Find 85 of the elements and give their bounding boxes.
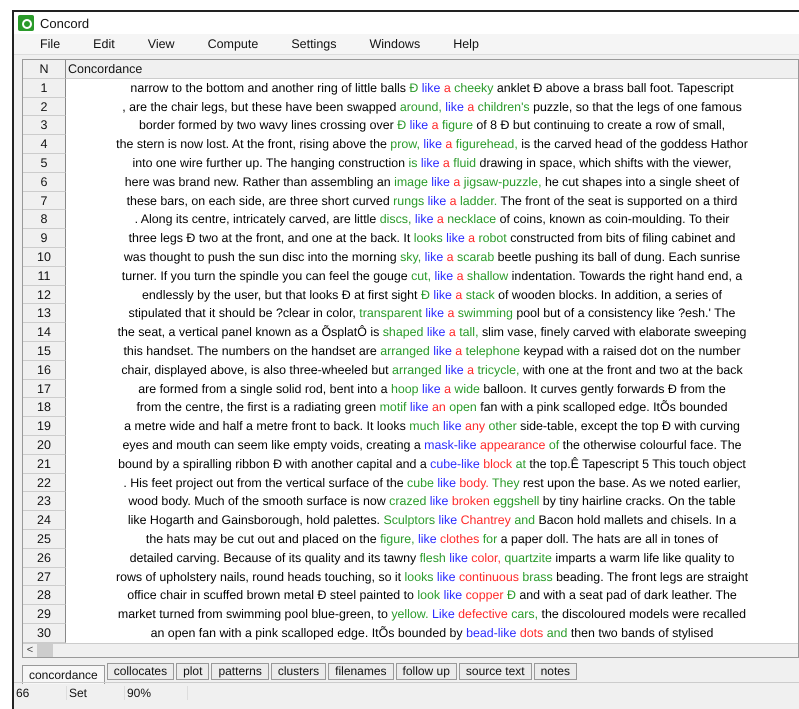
row-number: 30: [23, 624, 66, 643]
concordance-line: these bars, on each side, are three short curved rungs like a ladder. The front of the seat is supported on a third: [126, 192, 738, 210]
row-number: 15: [23, 342, 66, 361]
concordance-line: the stern is now lost. At the front, rising above the prow, like a figurehead, is the carved head of the goddess Hathor: [115, 136, 749, 154]
row-number: 11: [23, 266, 66, 286]
row-number: 4: [23, 135, 66, 154]
row-number: 10: [23, 248, 66, 267]
row-number: 23: [23, 492, 66, 512]
concordance-line: this handset. The numbers on the handset are arranged like a telephone keypad with a raised dot on the number: [122, 342, 742, 360]
row-number: 22: [23, 474, 66, 492]
row-number: 5: [23, 154, 66, 173]
row-number: 17: [23, 380, 66, 398]
row-number: 9: [23, 229, 66, 248]
menu-item[interactable]: File: [40, 37, 60, 51]
row-number: 1: [23, 78, 66, 98]
concordance-line: the hats may be cut out and placed on the figure, like clothes for a paper doll. The hats are all in tones of: [144, 530, 720, 548]
row-number: 2: [23, 98, 66, 116]
concordance-line: like Hogarth and Gainsborough, hold palettes. Sculptors like Chantrey and Bacon hold mallets and chisels. In a: [126, 512, 738, 530]
concordance-line: . His feet project out from the vertical surface of the cube like body. They rest upon the base. As we noted earlier,: [122, 474, 742, 492]
row-number: 29: [23, 605, 66, 624]
concordance-line: an open fan with a pink scalloped edge. ItÕs bounded by bead-like dots and then two bands of stylised: [150, 624, 714, 642]
row-number: 12: [23, 286, 66, 304]
concordance-line: a metre wide and half a metre front to back. It looks much like any other side-table, except the top Ð with curving: [123, 418, 741, 436]
concordance-line: rows of upholstery nails, round heads touching, so it looks like continuous brass beading. The front legs are straight: [114, 568, 750, 586]
app-logo-icon: [18, 15, 34, 31]
concordance-line: market turned from swimming pool blue-green, to yellow. Like defective cars, the discoloured models were recalled: [116, 606, 748, 624]
tab[interactable]: filenames: [328, 662, 394, 680]
row-number: 26: [23, 548, 66, 568]
row-number: 28: [23, 586, 66, 606]
menu-item[interactable]: Edit: [93, 37, 115, 51]
row-number: 16: [23, 360, 66, 380]
concordance-line: stipulated that it should be ?clear in color, transparent like a swimming pool but of a consistency like ?esh.' The: [128, 305, 736, 322]
concordance-line: bound by a spiralling ribbon Ð with another capital and a cube-like block at the top.Ê Tapescript 5 This touch object: [117, 456, 747, 473]
scroll-left-button[interactable]: <: [23, 644, 37, 657]
concordance-line: turner. If you turn the spindle you can feel the gouge cut, like a shallow indentation. Towards the right hand end, a: [120, 268, 744, 285]
concordance-line: was thought to push the sun disc into the morning sky, like a scarab beetle pushing its ball of dung. Each sunrise: [122, 248, 742, 266]
row-number: 24: [23, 511, 66, 530]
concordance-line: eyes and mouth can seem like empty voids, creating a mask-like appearance of the otherwise colourful face. The: [122, 436, 742, 454]
tab[interactable]: collocates: [106, 662, 174, 680]
row-number: 8: [23, 210, 66, 230]
status-field: Set: [67, 686, 125, 700]
column-header[interactable]: N: [23, 60, 66, 79]
row-number: 7: [23, 192, 66, 210]
tab[interactable]: follow up: [396, 662, 457, 680]
row-number: 25: [23, 530, 66, 549]
row-number: 14: [23, 323, 66, 342]
scrollbar-thumb[interactable]: [37, 644, 53, 657]
concordance-line: wood body. Much of the smooth surface is now crazed like broken eggshell by tiny hairline cracks. On the table: [127, 493, 737, 510]
row-number: 6: [23, 172, 66, 192]
concordance-line: endlessly by the user, but that looks Ð at first sight Ð like a stack of wooden blocks. In addition, a series of: [141, 286, 723, 304]
menu-item[interactable]: Settings: [291, 37, 336, 51]
row-number: 3: [23, 116, 66, 136]
concordance-line: , are the chair legs, but these have been swapped around, like a children's puzzle, so that the legs of one famous: [121, 98, 743, 116]
window-title: Concord: [40, 16, 90, 30]
tab[interactable]: plot: [176, 662, 210, 680]
menu-item[interactable]: Compute: [208, 37, 258, 51]
concordance-line: narrow to the bottom and another ring of little balls Ð like a cheeky anklet Ð above a brass ball foot. Tapescript: [129, 80, 735, 97]
menu-item[interactable]: View: [148, 37, 175, 51]
concordance-line: three legs Ð two at the front, and one at the back. It looks like a robot constructed from bits of filing cabinet and: [128, 230, 736, 248]
column-header[interactable]: Concordance: [66, 60, 798, 79]
concordance-line: into one wire further up. The hanging construction is like a fluid drawing in space, which shifts with the viewer,: [131, 154, 733, 172]
concordance-line: office chair in scuffed brown metal Ð steel painted to look like copper Ð and with a seat pad of dark leather. The: [126, 587, 738, 604]
row-number: 27: [23, 568, 66, 586]
menu-item[interactable]: Help: [453, 37, 479, 51]
row-number: 13: [23, 304, 66, 324]
tab[interactable]: notes: [534, 662, 577, 680]
row-number: 18: [23, 398, 66, 418]
row-number: 19: [23, 417, 66, 436]
menu-item[interactable]: Windows: [369, 37, 420, 51]
tab[interactable]: source text: [458, 662, 532, 680]
concordance-line: the seat, a vertical panel known as a ÕsplatÔ is shaped like a tall, slim vase, finely carved with elaborate sweeping: [116, 324, 748, 342]
status-field: 90%: [125, 686, 188, 700]
tab[interactable]: patterns: [211, 662, 269, 680]
tab[interactable]: concordance: [22, 664, 105, 684]
concordance-line: detailed carving. Because of its quality and its tawny flesh like color, quartzite imparts a warm life like quality to: [128, 550, 736, 567]
concordance-line: here was brand new. Rather than assembling an image like a jigsaw-puzzle, he cut shapes into a single sheet of: [124, 174, 740, 191]
row-number: 21: [23, 454, 66, 474]
concordance-line: chair, displayed above, is also three-wheeled but arranged like a tricycle, with one at the front and two at the back: [120, 362, 744, 379]
concordance-line: are formed from a single solid rod, bent into a hoop like a wide balloon. It curves gently forwards Ð from the: [137, 380, 727, 398]
row-number: 20: [23, 436, 66, 455]
tab[interactable]: clusters: [270, 662, 326, 680]
concordance-line: . Along its centre, intricately carved, are little discs, like a necklace of coins, known as coin-moulding. To their: [134, 211, 730, 228]
status-field: 66: [14, 686, 67, 700]
concordance-line: from the centre, the first is a radiating green motif like an open fan with a pink scalloped edge. ItÕs bounded: [135, 399, 729, 416]
concordance-line: border formed by two wavy lines crossing over Ð like a figure of 8 Ð but continuing to create a row of small,: [138, 117, 726, 134]
